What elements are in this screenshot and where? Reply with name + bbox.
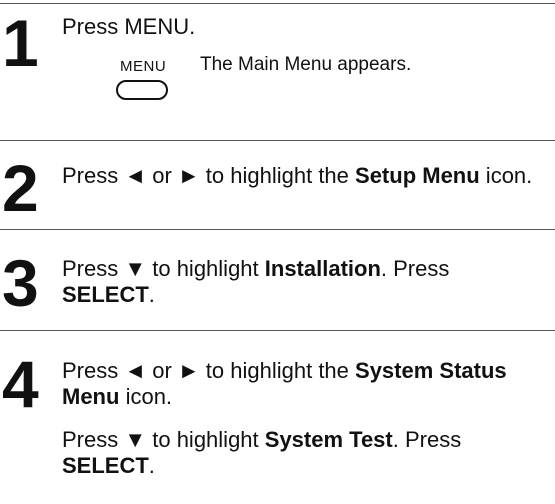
text-part: . [148,282,155,307]
step-note: The Main Menu appears. [200,54,412,75]
step-3: 3 Press ▼ to highlight Installation. Pre… [0,230,555,330]
text-part: Press ◄ or ► to highlight the [62,163,356,188]
step-4: 4 Press ◄ or ► to highlight the System S… [0,331,555,504]
step-number: 2 [2,151,39,225]
text-bold: System Test [264,427,393,452]
text-part: Press ◄ or ► to highlight the [62,358,356,383]
step-text: Press MENU. [62,14,196,39]
text-bold: Setup Menu [355,163,480,188]
step-text: Press ◄ or ► to highlight the Setup Menu… [62,163,552,189]
step-text: Press ◄ or ► to highlight the System Sta… [62,358,552,410]
instruction-page: 1 Press MENU. MENU The Main Menu appears… [0,0,555,504]
step-number: 4 [2,347,39,421]
step-1: 1 Press MENU. MENU The Main Menu appears… [0,4,555,140]
menu-button-icon [116,80,168,100]
text-bold: SELECT [62,282,149,307]
menu-button-label: MENU [120,58,167,75]
step-number: 1 [2,6,39,80]
text-part: . Press [392,427,462,452]
text-part: Press ▼ to highlight [62,256,265,281]
step-2: 2 Press ◄ or ► to highlight the Setup Me… [0,141,555,229]
text-bold: Installation [264,256,381,281]
step-number: 3 [2,246,39,320]
text-part: icon. [119,384,173,409]
text-part: . [148,453,155,478]
text-part: Press ▼ to highlight [62,427,265,452]
step-text: Press ▼ to highlight Installation. Press… [62,256,552,308]
text-bold: SELECT [62,453,149,478]
step-subtext: Press ▼ to highlight System Test. Press … [62,427,552,479]
text-part: icon. [479,163,533,188]
text-part: . Press [380,256,450,281]
